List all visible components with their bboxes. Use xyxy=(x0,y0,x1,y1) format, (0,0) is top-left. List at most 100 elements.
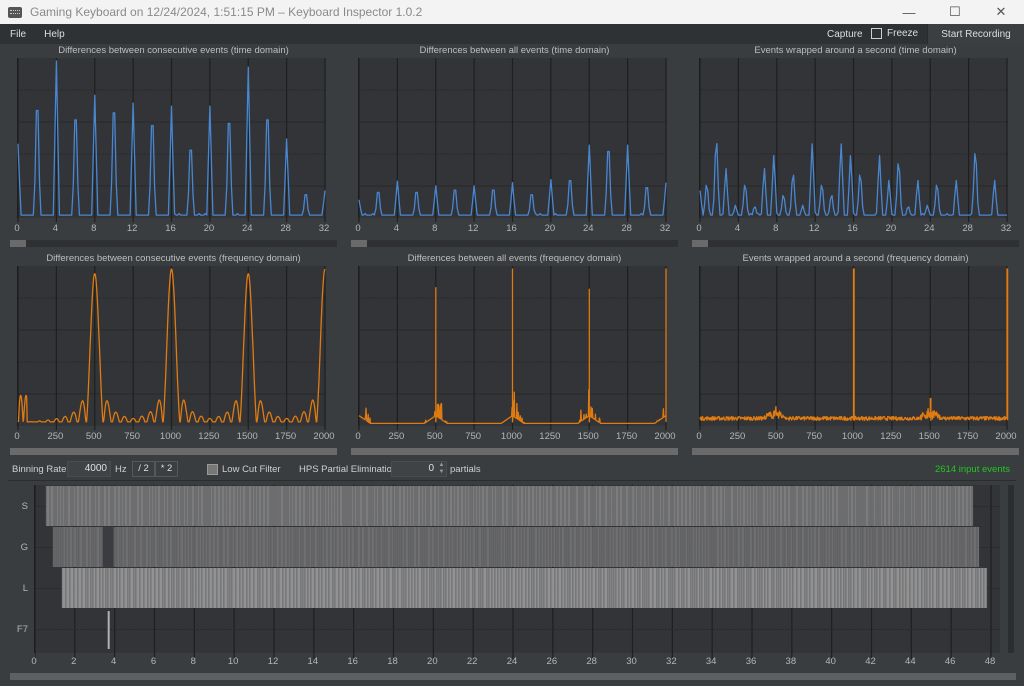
x-tick-label: 14 xyxy=(307,656,319,667)
scrollbar-thumb[interactable] xyxy=(351,240,368,247)
minimize-button[interactable]: — xyxy=(886,0,932,24)
scrollbar-thumb[interactable] xyxy=(351,448,678,455)
x-tick-label: 32 xyxy=(659,223,671,234)
timeline-scrollbar[interactable] xyxy=(10,673,1016,680)
scrollbar-thumb[interactable] xyxy=(10,673,1016,680)
x-tick-label: 0 xyxy=(696,431,702,442)
x-tick-label: 1750 xyxy=(616,431,638,442)
plot-area[interactable] xyxy=(17,58,326,222)
divider xyxy=(8,480,1016,481)
x-tick-label: 8 xyxy=(190,656,196,667)
x-tick-label: 1500 xyxy=(236,431,258,442)
x-tick-label: 8 xyxy=(773,223,779,234)
key-row-s xyxy=(45,486,974,526)
window-title: Gaming Keyboard on 12/24/2024, 1:51:15 P… xyxy=(30,5,423,19)
horizontal-scrollbar[interactable] xyxy=(692,240,1019,247)
x-tick-label: 1750 xyxy=(957,431,979,442)
x-tick-label: 500 xyxy=(85,431,102,442)
checkbox-icon[interactable] xyxy=(871,28,882,39)
chart-all-freq: Differences between all events (frequenc… xyxy=(349,252,680,458)
plot-area[interactable] xyxy=(358,58,667,222)
plot-area[interactable] xyxy=(17,266,326,430)
x-tick-label: 6 xyxy=(150,656,157,667)
x-tick-label: 750 xyxy=(465,431,482,442)
x-tick-label: 1250 xyxy=(539,431,561,442)
plot-area[interactable] xyxy=(699,266,1009,430)
horizontal-scrollbar[interactable] xyxy=(351,448,678,455)
x-tick-label: 32 xyxy=(318,223,330,234)
x-tick-label: 12 xyxy=(808,223,820,234)
low-cut-filter-checkbox[interactable] xyxy=(207,464,218,475)
x-tick-label: 44 xyxy=(905,656,916,667)
x-tick-label: 38 xyxy=(785,656,797,667)
freeze-label: Freeze xyxy=(887,28,919,39)
scrollbar-thumb[interactable] xyxy=(10,240,27,247)
hps-partials-input[interactable]: 0 ▲ ▼ xyxy=(391,461,447,477)
x-tick-label: 36 xyxy=(745,656,757,667)
halve-rate-button[interactable]: / 2 xyxy=(132,461,155,477)
plot-area[interactable] xyxy=(699,58,1008,222)
x-tick-label: 0 xyxy=(696,223,702,234)
x-tick-label: 4 xyxy=(734,223,741,234)
x-tick-label: 46 xyxy=(944,656,956,667)
x-tick-label: 24 xyxy=(582,223,594,234)
chart-title: Differences between all events (time dom… xyxy=(419,45,610,56)
plot-svg xyxy=(358,266,667,430)
horizontal-scrollbar[interactable] xyxy=(692,448,1019,455)
horizontal-scrollbar[interactable] xyxy=(10,448,337,455)
spinner-arrows-icon[interactable]: ▲ ▼ xyxy=(437,462,446,476)
horizontal-scrollbar[interactable] xyxy=(10,240,337,247)
key-timeline: 0 2 4 6 8 10 12 14 16 18 20 22 24 26 28 30 32 34 36 38 40 42 4… xyxy=(8,485,1016,686)
x-tick-label: 24 xyxy=(923,223,935,234)
scrollbar-thumb[interactable] xyxy=(10,448,337,455)
close-button[interactable]: ✕ xyxy=(978,0,1024,24)
x-tick-label: 30 xyxy=(626,656,637,667)
x-tick-label: 1250 xyxy=(198,431,220,442)
chart-consec-time: Differences between consecutive events (… xyxy=(8,44,339,250)
menu-help[interactable]: Help xyxy=(35,29,74,40)
start-recording-button[interactable]: Start Recording xyxy=(927,24,1024,44)
x-tick-label: 26 xyxy=(546,656,558,667)
freeze-checkbox[interactable]: Freeze xyxy=(871,28,918,39)
timeline-plot[interactable] xyxy=(34,485,1001,659)
chart-wrapped-freq: Events wrapped around a second (frequenc… xyxy=(690,252,1021,458)
x-tick-label: 4 xyxy=(52,223,59,234)
capture-label: Capture xyxy=(827,29,863,40)
x-tick-label: 34 xyxy=(705,656,717,667)
x-tick-label: 500 xyxy=(426,431,443,442)
binning-rate-input[interactable]: 4000 xyxy=(67,461,111,477)
low-cut-filter-label: Low Cut Filter xyxy=(222,464,281,475)
scrollbar-thumb[interactable] xyxy=(692,448,1019,455)
hps-value: 0 xyxy=(428,463,434,474)
x-tick-label: 42 xyxy=(865,656,876,667)
x-tick-label: 250 xyxy=(47,431,64,442)
series-line xyxy=(358,268,667,425)
plot-svg xyxy=(358,58,667,222)
x-tick-label: 28 xyxy=(280,223,291,234)
x-tick-label: 16 xyxy=(847,223,858,234)
x-tick-label: 1500 xyxy=(918,431,940,442)
menu-file[interactable]: File xyxy=(0,29,35,40)
x-tick-label: 0 xyxy=(14,223,20,234)
maximize-button[interactable]: ☐ xyxy=(932,0,978,24)
plot-svg xyxy=(17,58,326,222)
x-tick-label: 20 xyxy=(203,223,215,234)
scrollbar-thumb[interactable] xyxy=(692,240,709,247)
double-rate-button[interactable]: * 2 xyxy=(155,461,178,477)
key-label: S xyxy=(21,500,28,512)
x-tick-label: 1500 xyxy=(577,431,599,442)
x-tick-label: 0 xyxy=(355,431,361,442)
x-tick-label: 12 xyxy=(126,223,138,234)
chart-title: Events wrapped around a second (frequenc… xyxy=(742,253,969,264)
x-tick-label: 18 xyxy=(387,656,398,667)
x-tick-label: 500 xyxy=(767,431,784,442)
x-tick-label: 16 xyxy=(506,223,517,234)
x-tick-label: 250 xyxy=(729,431,746,442)
x-tick-label: 20 xyxy=(885,223,897,234)
controls-bar: Binning Rate: 4000 Hz / 2 * 2 Low Cut Fi… xyxy=(0,458,1024,480)
horizontal-scrollbar[interactable] xyxy=(351,240,678,247)
plot-area[interactable] xyxy=(358,266,667,430)
chart-title: Events wrapped around a second (time dom… xyxy=(754,45,957,56)
timeline-svg xyxy=(34,485,1001,659)
x-tick-label: 1750 xyxy=(275,431,297,442)
